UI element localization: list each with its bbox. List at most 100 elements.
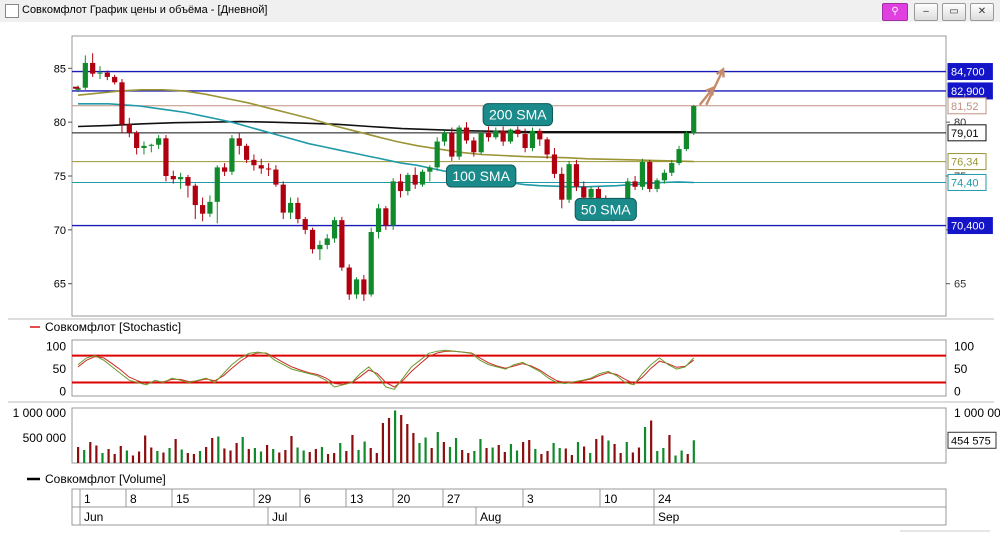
chart-canvas: 65707580856570758084,70082,90081,5279,01… [8, 35, 1000, 532]
candle-body [82, 62, 88, 88]
candle-body [559, 173, 565, 200]
window-title: Совкомфлот График цены и объёма - [Дневн… [22, 4, 268, 16]
volume-bar [436, 432, 439, 463]
candle-body [163, 138, 169, 176]
volume-bar [369, 448, 372, 463]
candle-body [273, 169, 279, 185]
candle-body [287, 202, 294, 213]
volume-bar [217, 436, 220, 463]
volume-bar [314, 449, 317, 463]
time-axis-day-label: 6 [304, 492, 311, 506]
stochastic-right-tick-label: 50 [954, 362, 968, 376]
candle-body [581, 186, 587, 198]
candle-body [156, 138, 162, 145]
volume-bar [320, 447, 324, 463]
candle-body [515, 129, 521, 134]
candle-body [493, 130, 499, 138]
candle-body [97, 72, 103, 74]
volume-bar [589, 453, 592, 463]
volume-bar [387, 418, 391, 463]
volume-bar [625, 442, 628, 463]
volume-bar [418, 443, 421, 463]
time-axis-month-label: Aug [480, 510, 501, 524]
volume-bar [296, 447, 299, 463]
volume-bar [631, 452, 634, 463]
volume-bar [308, 452, 311, 463]
candle-body [441, 132, 448, 142]
volume-bar [497, 445, 500, 463]
volume-bar [576, 442, 580, 463]
volume-bar [223, 448, 226, 463]
volume-legend-label: Совкомфлот [Volume] [45, 472, 166, 486]
volume-bar [357, 450, 360, 463]
candle-body [243, 145, 250, 160]
volume-right-tick-label: 1 000 000 [954, 406, 1000, 420]
candle-body [148, 144, 154, 146]
candle-body [236, 138, 242, 146]
volume-bar [333, 453, 336, 463]
candle-body [126, 124, 132, 133]
close-button[interactable]: ✕ [970, 3, 994, 21]
candle-body [339, 220, 345, 268]
candle-body [566, 164, 572, 200]
candle-body [522, 134, 528, 148]
minimize-button[interactable]: – [914, 3, 938, 21]
candle-body [134, 132, 140, 148]
volume-bar [137, 451, 141, 463]
app-icon [5, 4, 19, 18]
time-axis-day-label: 1 [84, 492, 91, 506]
candle-body [119, 82, 125, 125]
candle-body [639, 162, 646, 187]
volume-bar [394, 410, 397, 463]
volume-bar [534, 449, 537, 463]
volume-bar [491, 447, 494, 463]
level-label: 74,40 [951, 177, 979, 189]
candle-body [500, 130, 506, 142]
candle-body [434, 141, 440, 168]
volume-bar [192, 454, 196, 463]
volume-bar [656, 451, 659, 463]
time-axis-month-label: Jul [272, 510, 287, 524]
candle-body [141, 145, 147, 148]
candle-body [251, 159, 257, 166]
time-axis-month-label: Sep [658, 510, 680, 524]
volume-bar [643, 427, 647, 463]
volume-bar [400, 415, 403, 463]
maximize-button[interactable]: ▭ [942, 3, 966, 21]
stochastic-legend-label: Совкомфлот [Stochastic] [45, 320, 181, 334]
volume-bar [412, 433, 415, 463]
level-label: 70,400 [951, 221, 985, 233]
candle-body [361, 279, 367, 295]
volume-bar [168, 448, 171, 463]
candle-body [375, 208, 382, 232]
volume-bar [454, 438, 458, 463]
candle-body [551, 154, 558, 174]
candle-body [185, 177, 191, 186]
volume-bar [558, 448, 561, 463]
time-axis-day-label: 20 [397, 492, 411, 506]
volume-bar [272, 449, 275, 463]
volume-bar [381, 423, 385, 463]
candle-body [647, 162, 653, 189]
candle-body [346, 267, 352, 295]
volume-bar [174, 439, 177, 463]
volume-bar [113, 454, 116, 463]
volume-bar [101, 453, 104, 463]
volume-bar [515, 450, 519, 463]
volume-bar [290, 436, 293, 463]
candle-body [280, 184, 286, 213]
candle-body [192, 185, 198, 206]
level-label: 81,52 [951, 101, 979, 113]
last-price-marker [73, 86, 79, 89]
level-label: 84,700 [951, 67, 985, 79]
price-y-tick-label: 75 [54, 171, 66, 183]
candle-body [207, 201, 213, 214]
volume-bar [442, 442, 445, 463]
price-y-tick-label: 80 [54, 117, 66, 129]
volume-bar [601, 435, 604, 463]
candle-body [302, 219, 308, 230]
candle-body [412, 174, 418, 185]
candle-body [331, 220, 338, 239]
pin-button[interactable]: ⚲ [882, 3, 908, 21]
volume-bar [406, 424, 409, 463]
